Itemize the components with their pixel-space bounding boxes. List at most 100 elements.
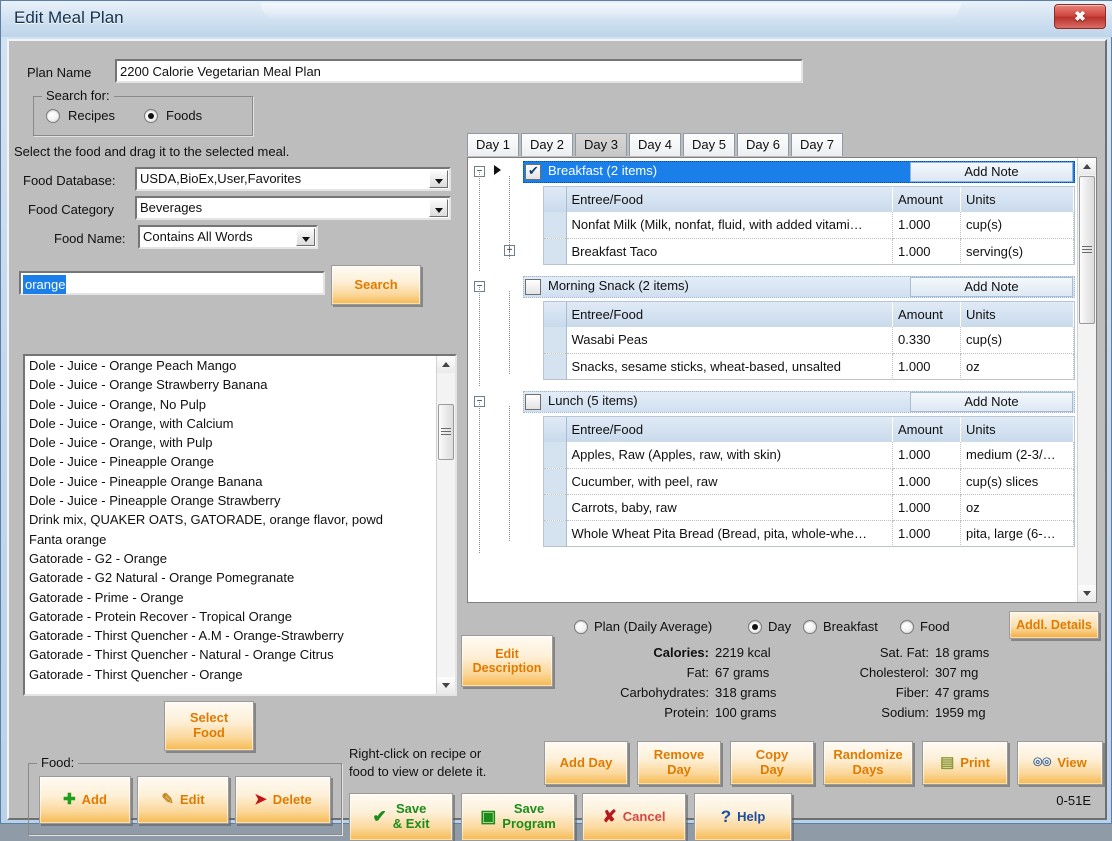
food-name-match-select[interactable]: Contains All Words: [138, 225, 318, 249]
delete-food-button[interactable]: ➤ Delete: [235, 776, 331, 824]
table-row[interactable]: Cucumber, with peel, raw 1.000 cup(s) slic…: [544, 468, 1074, 495]
column-header-food[interactable]: Entree/Food: [566, 417, 893, 442]
food-list-scrollbar[interactable]: [436, 356, 455, 694]
cell-units: oz: [960, 494, 1074, 521]
add-note-button[interactable]: Add Note: [910, 392, 1073, 412]
radio-recipes[interactable]: [46, 109, 60, 123]
list-item[interactable]: Gatorade - Thirst Quencher - Orange: [25, 665, 455, 684]
add-note-button[interactable]: Add Note: [910, 162, 1073, 182]
tab-day-5[interactable]: Day 5: [683, 133, 735, 156]
scroll-down-icon[interactable]: [437, 677, 455, 694]
meal-items-grid[interactable]: Entree/Food Amount Units Apples, Raw (Apple…: [543, 416, 1075, 547]
pencil-icon: ✎: [161, 790, 174, 808]
select-food-button[interactable]: Select Food: [164, 701, 254, 751]
tab-day-1[interactable]: Day 1: [467, 133, 519, 156]
scroll-up-icon[interactable]: [1078, 158, 1096, 175]
tab-day-3[interactable]: Day 3: [575, 133, 627, 156]
tab-day-6[interactable]: Day 6: [737, 133, 789, 156]
meal-header[interactable]: − Lunch (5 items) Add Note: [468, 390, 1077, 414]
scrollbar-thumb[interactable]: [1079, 176, 1095, 324]
column-header-food[interactable]: Entree/Food: [566, 187, 893, 212]
radio-breakfast[interactable]: [803, 620, 817, 634]
nutrient-row: Fat: 67 grams: [569, 665, 799, 680]
list-item[interactable]: Gatorade - Thirst Quencher - A.M - Orang…: [25, 626, 455, 645]
nutrient-label: Calories:: [653, 645, 709, 660]
edit-description-button[interactable]: Edit Description: [461, 635, 553, 687]
grid-indent-header: [544, 187, 567, 212]
list-item[interactable]: Gatorade - Thirst Quencher - Natural - O…: [25, 645, 455, 664]
chevron-down-icon[interactable]: [429, 199, 448, 217]
add-day-button[interactable]: Add Day: [544, 741, 628, 785]
table-row[interactable]: Snacks, sesame sticks, wheat-based, unsa…: [544, 353, 1074, 380]
meal-checkbox[interactable]: [525, 279, 541, 295]
list-item[interactable]: Gatorade - G2 Natural - Orange Pomegrana…: [25, 568, 455, 587]
table-row[interactable]: Wasabi Peas 0.330 cup(s): [544, 327, 1074, 354]
column-header-amount[interactable]: Amount: [892, 187, 961, 212]
tab-day-2[interactable]: Day 2: [521, 133, 573, 156]
list-item[interactable]: Dole - Juice - Orange, with Calcium: [25, 414, 455, 433]
radio-foods[interactable]: [144, 109, 158, 123]
table-row[interactable]: Carrots, baby, raw 1.000 oz: [544, 494, 1074, 521]
table-row[interactable]: Breakfast Taco 1.000 serving(s): [544, 238, 1074, 265]
plan-name-input[interactable]: [115, 59, 803, 83]
search-button[interactable]: Search: [331, 265, 421, 305]
scrollbar-thumb[interactable]: [438, 404, 454, 460]
table-row[interactable]: Apples, Raw (Apples, raw, with skin) 1.00…: [544, 442, 1074, 469]
list-item[interactable]: Dole - Juice - Pineapple Orange Banana: [25, 472, 455, 491]
column-header-food[interactable]: Entree/Food: [566, 302, 893, 327]
search-term-input[interactable]: orange: [19, 271, 325, 295]
chevron-down-icon[interactable]: [429, 170, 448, 188]
list-item[interactable]: Dole - Juice - Orange, with Pulp: [25, 433, 455, 452]
chevron-down-icon[interactable]: [296, 228, 315, 246]
edit-food-button[interactable]: ✎ Edit: [137, 776, 229, 824]
save-exit-button[interactable]: ✔ Save & Exit: [349, 793, 453, 841]
column-header-units[interactable]: Units: [960, 302, 1074, 327]
meal-tree[interactable]: −Breakfast (2 items)Add NoteEntree/FoodA…: [467, 157, 1097, 603]
food-category-select[interactable]: Beverages: [135, 196, 451, 220]
column-header-units[interactable]: Units: [960, 417, 1074, 442]
list-item[interactable]: Dole - Juice - Pineapple Orange: [25, 452, 455, 471]
radio-plan-daily-average[interactable]: [574, 620, 588, 634]
view-button[interactable]: ⌾⌾ View: [1017, 741, 1103, 785]
tab-day-7[interactable]: Day 7: [791, 133, 843, 156]
list-item[interactable]: Gatorade - G2 - Orange: [25, 549, 455, 568]
randomize-days-button[interactable]: Randomize Days: [823, 741, 913, 785]
meal-items-grid[interactable]: Entree/Food Amount Units Wasabi Peas 0.330 cu…: [543, 301, 1075, 380]
add-food-button[interactable]: ✚ Add: [39, 776, 131, 824]
meal-checkbox[interactable]: [525, 394, 541, 410]
list-item[interactable]: Drink mix, QUAKER OATS, GATORADE, orange…: [25, 510, 455, 529]
meal-items-grid[interactable]: Entree/Food Amount Units Nonfat Milk (Milk,…: [543, 186, 1075, 265]
close-icon[interactable]: ✖: [1054, 4, 1106, 29]
food-database-select[interactable]: USDA,BioEx,User,Favorites: [135, 167, 451, 191]
save-program-button[interactable]: ▣ Save Program: [461, 793, 575, 841]
cancel-button[interactable]: ✘ Cancel: [582, 793, 686, 841]
list-item[interactable]: Gatorade - Prime - Orange: [25, 588, 455, 607]
meal-checkbox[interactable]: [525, 163, 541, 180]
addl-details-button[interactable]: Addl. Details: [1009, 611, 1099, 639]
scroll-down-icon[interactable]: [1078, 585, 1096, 602]
tab-day-4[interactable]: Day 4: [629, 133, 681, 156]
table-row[interactable]: Nonfat Milk (Milk, nonfat, fluid, with a…: [544, 212, 1074, 239]
meal-header[interactable]: −Breakfast (2 items)Add Note: [468, 160, 1077, 184]
food-results-list[interactable]: Dole - Juice - Orange Peach Mango Dole - …: [23, 354, 457, 696]
radio-day[interactable]: [748, 620, 762, 634]
meal-tree-scrollbar[interactable]: [1077, 158, 1096, 602]
radio-food[interactable]: [900, 620, 914, 634]
column-header-units[interactable]: Units: [960, 187, 1074, 212]
print-button[interactable]: ▤ Print: [922, 741, 1008, 785]
remove-day-button[interactable]: Remove Day: [637, 741, 721, 785]
copy-day-button[interactable]: Copy Day: [730, 741, 814, 785]
meal-header[interactable]: − Morning Snack (2 items) Add Note: [468, 275, 1077, 299]
column-header-amount[interactable]: Amount: [892, 302, 961, 327]
list-item[interactable]: Gatorade - Protein Recover - Tropical Or…: [25, 607, 455, 626]
list-item[interactable]: Dole - Juice - Orange, No Pulp: [25, 395, 455, 414]
list-item[interactable]: Dole - Juice - Pineapple Orange Strawber…: [25, 491, 455, 510]
add-note-button[interactable]: Add Note: [910, 277, 1073, 297]
column-header-amount[interactable]: Amount: [892, 417, 961, 442]
list-item[interactable]: Dole - Juice - Orange Peach Mango: [25, 356, 455, 375]
list-item[interactable]: Fanta orange: [25, 530, 455, 549]
scroll-up-icon[interactable]: [437, 356, 455, 373]
list-item[interactable]: Dole - Juice - Orange Strawberry Banana: [25, 375, 455, 394]
help-button[interactable]: ? Help: [694, 793, 792, 841]
table-row[interactable]: Whole Wheat Pita Bread (Bread, pita, who…: [544, 520, 1074, 547]
